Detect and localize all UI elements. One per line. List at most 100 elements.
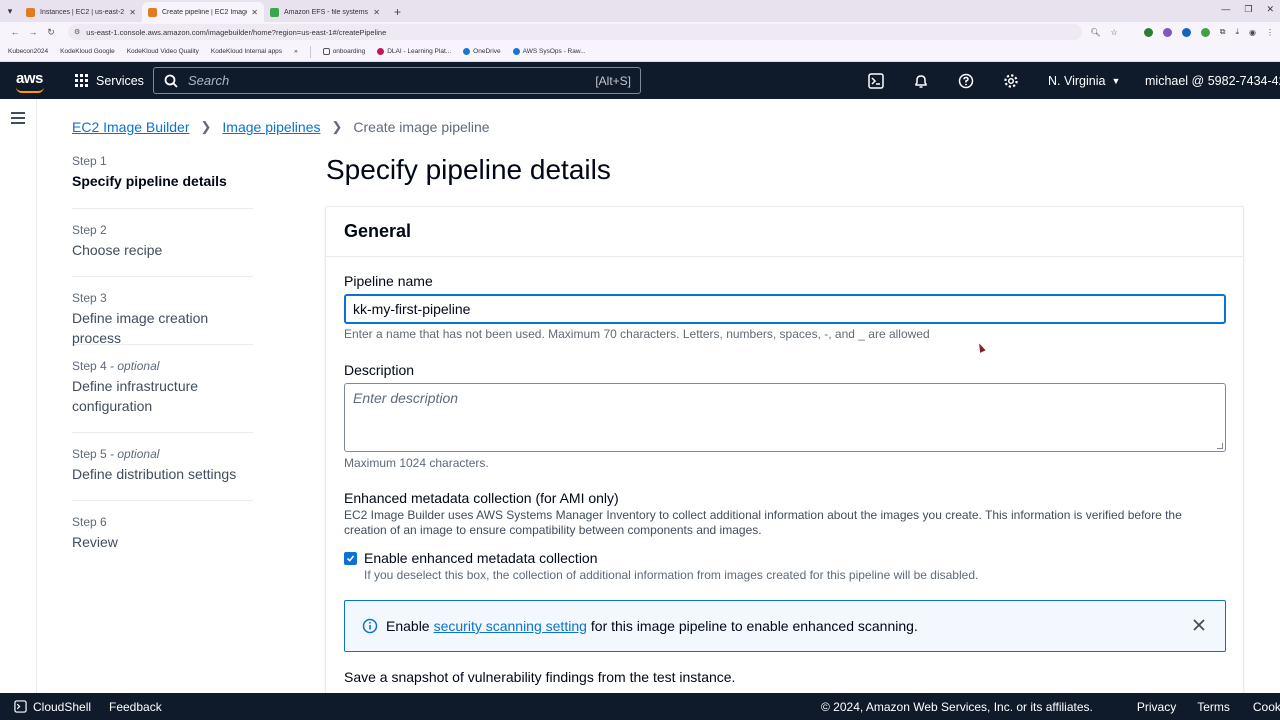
security-scanning-setting-link[interactable]: security scanning setting xyxy=(434,618,587,634)
pipeline-name-value: kk-my-first-pipeline xyxy=(353,301,471,317)
bookmark-star-icon[interactable]: ☆ xyxy=(1111,28,1118,37)
bookmark-item[interactable]: KodeKloud Video Quality xyxy=(127,48,199,55)
description-textarea[interactable]: Enter description xyxy=(344,383,1226,452)
chevron-down-icon: ▼ xyxy=(1111,75,1121,86)
tab-title: Amazon EFS - file systems list xyxy=(284,8,370,16)
minimize-icon[interactable]: — xyxy=(1221,4,1230,15)
tab-search-icon[interactable]: ▾ xyxy=(0,0,20,22)
bookmark-item[interactable]: OneDrive xyxy=(463,48,501,55)
url-field[interactable]: ⚙ us-east-1.console.aws.amazon.com/image… xyxy=(68,24,1083,40)
tab-title: Create pipeline | EC2 Image Bu xyxy=(162,8,247,16)
step-number: Step 3 xyxy=(72,291,107,305)
url-text: us-east-1.console.aws.amazon.com/imagebu… xyxy=(86,27,387,37)
general-panel: General Pipeline name kk-my-first-pipeli… xyxy=(325,206,1244,706)
browser-tab-efs[interactable]: Amazon EFS - file systems list ✕ xyxy=(264,2,386,22)
wizard-step-5[interactable]: Step 5 - optional Define distribution se… xyxy=(72,433,253,501)
security-scanning-info-alert: Enable security scanning setting for thi… xyxy=(344,600,1226,652)
wizard-step-2[interactable]: Step 2 Choose recipe xyxy=(72,209,253,277)
metadata-heading: Enhanced metadata collection (for AMI on… xyxy=(344,490,619,506)
reload-icon[interactable]: ↻ xyxy=(42,27,60,38)
step-number: Step 6 xyxy=(72,515,107,529)
enhanced-metadata-checkbox[interactable] xyxy=(344,551,357,565)
forward-icon[interactable]: → xyxy=(24,27,42,37)
tab-title: Instances | EC2 | us-east-2 xyxy=(40,8,125,16)
step-title: Define image creation process xyxy=(72,310,209,346)
description-hint: Maximum 1024 characters. xyxy=(344,456,489,470)
browser-tab-create-pipeline[interactable]: Create pipeline | EC2 Image Bu ✕ xyxy=(142,2,264,22)
zoom-icon[interactable]: 🔍︎ xyxy=(1090,28,1100,37)
region-selector[interactable]: N. Virginia ▼ xyxy=(1048,62,1120,99)
bookmark-label: DLAI - Learning Plat... xyxy=(387,48,452,55)
cloudshell-icon[interactable] xyxy=(864,62,888,99)
wizard-step-4[interactable]: Step 4 - optional Define infrastructure … xyxy=(72,345,253,433)
bookmark-item[interactable]: Kubecon2024 xyxy=(8,48,48,55)
step-number: Step 2 xyxy=(72,223,107,237)
resize-handle-icon[interactable] xyxy=(1217,443,1223,449)
account-menu[interactable]: michael @ 5982-7434-426 xyxy=(1145,62,1280,99)
bookmark-divider xyxy=(309,45,311,58)
extension-icon[interactable] xyxy=(1200,27,1210,37)
close-tab-icon[interactable]: ✕ xyxy=(251,8,258,17)
browser-menu-icon[interactable]: ⋮ xyxy=(1266,28,1274,37)
address-bar-row: ← → ↻ ⚙ us-east-1.console.aws.amazon.com… xyxy=(0,22,1280,42)
region-label: N. Virginia xyxy=(1048,73,1106,88)
enhanced-metadata-checkbox-row[interactable]: Enable enhanced metadata collection xyxy=(344,550,598,566)
privacy-link[interactable]: Privacy xyxy=(1137,700,1176,714)
bookmark-label: » xyxy=(294,48,298,55)
bookmark-folder[interactable]: onboarding xyxy=(322,48,365,55)
browser-tab-instances[interactable]: Instances | EC2 | us-east-2 ✕ xyxy=(20,2,142,22)
console-search-input[interactable]: Search [Alt+S] xyxy=(153,67,641,94)
panel-heading: General xyxy=(326,207,1243,257)
cloudshell-footer-button[interactable]: CloudShell xyxy=(14,700,91,714)
wizard-step-6[interactable]: Step 6 Review xyxy=(72,501,253,569)
new-tab-icon[interactable]: + xyxy=(386,2,409,22)
cloudshell-icon xyxy=(14,700,27,713)
bookmark-item[interactable]: AWS SysOps - Raw... xyxy=(512,48,586,55)
breadcrumb-image-pipelines[interactable]: Image pipelines xyxy=(222,119,320,135)
extensions-puzzle-icon[interactable]: ⧉ xyxy=(1220,27,1226,37)
breadcrumb: EC2 Image Builder ❯ Image pipelines ❯ Cr… xyxy=(72,119,490,135)
bookmark-label: Kubecon2024 xyxy=(8,48,49,55)
description-label: Description xyxy=(344,362,415,378)
wizard-steps: Step 1 Specify pipeline details Step 2 C… xyxy=(72,154,253,569)
breadcrumb-ec2-image-builder[interactable]: EC2 Image Builder xyxy=(72,119,190,135)
step-title: Define infrastructure configuration xyxy=(72,378,199,414)
bookmarks-bar: Kubecon2024 KodeKloud Google KodeKloud V… xyxy=(0,42,1280,62)
feedback-link[interactable]: Feedback xyxy=(109,700,162,714)
site-info-icon[interactable]: ⚙ xyxy=(74,28,80,36)
profile-icon[interactable]: ◉ xyxy=(1249,28,1256,37)
extension-icon[interactable] xyxy=(1143,27,1153,37)
bookmark-item[interactable]: KodeKloud Internal apps xyxy=(211,48,282,55)
help-icon[interactable] xyxy=(954,62,978,99)
aws-logo[interactable]: aws xyxy=(16,70,43,87)
extension-icon[interactable] xyxy=(1162,27,1172,37)
step-title: Review xyxy=(72,534,118,550)
wizard-step-3[interactable]: Step 3 Define image creation process xyxy=(72,277,253,346)
close-window-icon[interactable]: ✕ xyxy=(1266,4,1274,15)
close-tab-icon[interactable]: ✕ xyxy=(373,8,380,17)
services-label: Services xyxy=(96,73,144,88)
bookmark-overflow[interactable]: » xyxy=(294,48,298,55)
restore-icon[interactable]: ❐ xyxy=(1244,4,1252,15)
extension-icon[interactable] xyxy=(1181,27,1191,37)
menu-hamburger-icon[interactable] xyxy=(11,112,25,127)
info-text-suffix: for this image pipeline to enable enhanc… xyxy=(590,618,918,634)
close-tab-icon[interactable]: ✕ xyxy=(129,8,136,17)
cookie-preferences-link[interactable]: Cookie prefere xyxy=(1253,700,1280,714)
step-number: Step 4 - optional xyxy=(72,359,160,373)
search-shortcut-hint: [Alt+S] xyxy=(595,73,631,88)
imagebuilder-favicon-icon xyxy=(148,7,157,17)
footer-links: © 2024, Amazon Web Services, Inc. or its… xyxy=(821,700,1280,714)
download-icon[interactable]: ⤓ xyxy=(1235,27,1239,37)
bookmark-item[interactable]: KodeKloud Google xyxy=(60,48,115,55)
services-menu-button[interactable]: Services xyxy=(75,62,144,99)
notifications-bell-icon[interactable] xyxy=(909,62,933,99)
terms-link[interactable]: Terms xyxy=(1197,700,1230,714)
bookmark-item[interactable]: DLAI - Learning Plat... xyxy=(377,48,451,55)
aws-logo-smile-icon xyxy=(16,87,44,93)
close-icon[interactable] xyxy=(1191,617,1207,633)
pipeline-name-input[interactable]: kk-my-first-pipeline xyxy=(344,294,1226,324)
enhanced-metadata-checkbox-label: Enable enhanced metadata collection xyxy=(364,550,598,566)
back-icon[interactable]: ← xyxy=(6,27,24,37)
settings-gear-icon[interactable] xyxy=(999,62,1023,99)
